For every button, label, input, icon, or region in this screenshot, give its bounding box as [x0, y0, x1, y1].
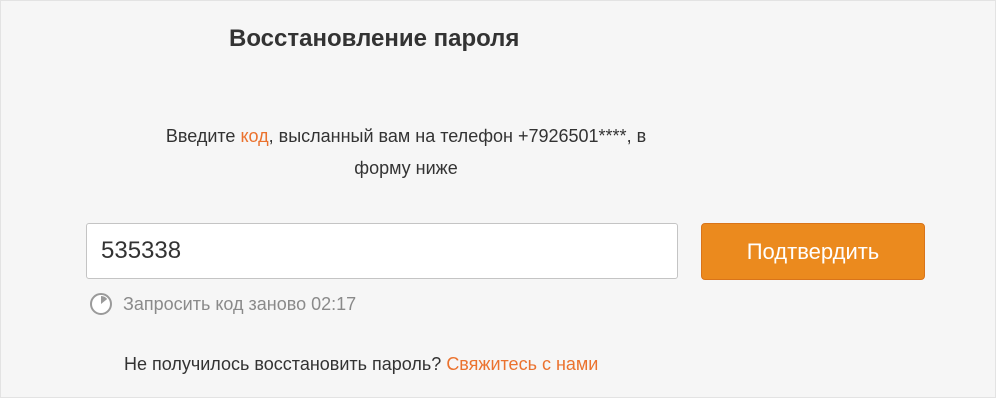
- instructions-after-link: , высланный вам на телефон +7926501****,…: [268, 126, 647, 146]
- contact-us-link[interactable]: Свяжитесь с нами: [446, 354, 598, 374]
- help-text: Не получилось восстановить пароль? Свяжи…: [124, 354, 598, 375]
- code-link[interactable]: код: [240, 126, 268, 146]
- page-title: Восстановление пароля: [229, 25, 520, 52]
- code-input[interactable]: [86, 223, 678, 279]
- help-question: Не получилось восстановить пароль?: [124, 354, 442, 374]
- instructions-line2: форму ниже: [354, 158, 458, 178]
- password-recovery-panel: Восстановление пароля Введите код, высла…: [0, 0, 996, 398]
- confirm-button[interactable]: Подтвердить: [701, 223, 925, 280]
- timer-icon: [89, 292, 113, 316]
- resend-code-label: Запросить код заново: [123, 293, 307, 314]
- instructions-before-link: Введите: [165, 126, 241, 146]
- instructions-text: Введите код, высланный вам на телефон +7…: [96, 120, 716, 184]
- resend-timer: 02:17: [311, 293, 357, 314]
- resend-code: Запросить код заново 02:17: [89, 292, 356, 316]
